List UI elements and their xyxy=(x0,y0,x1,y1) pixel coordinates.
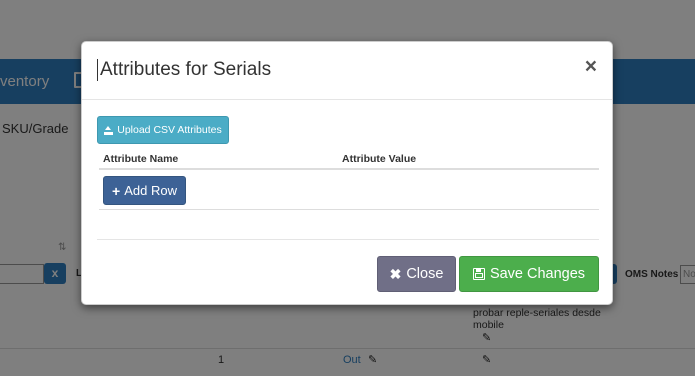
add-row-cell: + Add Row xyxy=(99,170,599,210)
upload-icon xyxy=(104,125,114,135)
close-label: Close xyxy=(406,266,444,282)
attributes-modal: Attributes for Serials × Upload CSV Attr… xyxy=(81,41,613,305)
plus-icon: + xyxy=(112,182,121,199)
upload-csv-button[interactable]: Upload CSV Attributes xyxy=(97,116,229,144)
close-icon[interactable]: × xyxy=(585,56,597,78)
modal-title: Attributes for Serials xyxy=(97,59,271,81)
close-button[interactable]: ✖ Close xyxy=(377,256,456,292)
attributes-table: Attribute Name Attribute Value + Add Row xyxy=(99,149,599,210)
column-header-attribute-name: Attribute Name xyxy=(103,153,179,165)
times-icon: ✖ xyxy=(389,265,402,282)
floppy-disk-icon xyxy=(472,268,485,280)
modal-footer: ✖ Close Save Changes xyxy=(97,239,599,305)
add-row-button[interactable]: + Add Row xyxy=(103,176,186,205)
column-header-attribute-value: Attribute Value xyxy=(342,153,417,165)
modal-header: Attributes for Serials × xyxy=(82,42,612,100)
save-changes-button[interactable]: Save Changes xyxy=(459,256,599,292)
upload-csv-label: Upload CSV Attributes xyxy=(117,124,222,136)
save-changes-label: Save Changes xyxy=(489,266,586,282)
table-header-row: Attribute Name Attribute Value xyxy=(99,149,599,170)
add-row-label: Add Row xyxy=(124,183,177,198)
